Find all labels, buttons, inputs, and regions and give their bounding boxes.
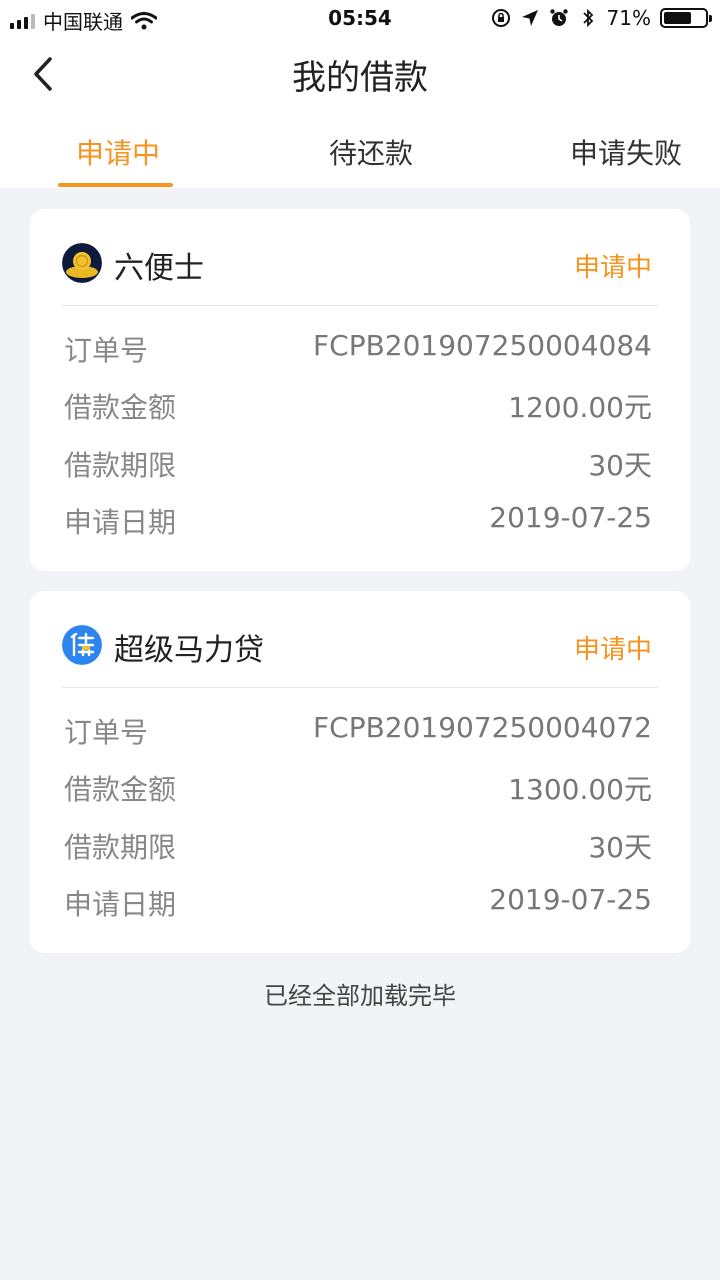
card-header: 超级马力贷 申请中 xyxy=(62,591,652,687)
row-label: 借款金额 xyxy=(64,391,177,424)
page-title: 我的借款 xyxy=(292,58,428,98)
row-label: 借款期限 xyxy=(64,831,177,864)
row-value: 30天 xyxy=(588,449,652,482)
dai-logo-icon xyxy=(62,625,102,665)
bluetooth-icon xyxy=(582,8,593,28)
alarm-icon xyxy=(549,9,568,26)
status-bar: 中国联通 05:54 71% xyxy=(0,0,720,38)
divider xyxy=(62,305,658,306)
battery-icon xyxy=(660,8,712,28)
apply-date-row: 申请日期 2019-07-25 xyxy=(64,883,652,923)
row-value: FCPB201907250004072 xyxy=(313,711,652,744)
tab-application-failed[interactable]: 申请失败 xyxy=(570,132,682,172)
loan-term-row: 借款期限 30天 xyxy=(64,826,652,866)
row-label: 订单号 xyxy=(64,334,149,367)
loan-term-row: 借款期限 30天 xyxy=(64,444,652,484)
row-label: 借款期限 xyxy=(64,449,177,482)
location-icon xyxy=(521,10,538,26)
nav-bar: 我的借款 xyxy=(0,38,720,108)
order-number-row: 订单号 FCPB201907250004084 xyxy=(64,329,652,369)
divider xyxy=(62,687,658,688)
loan-card[interactable]: 六便士 申请中 订单号 FCPB201907250004084 借款金额 120… xyxy=(30,209,690,571)
lender-name: 超级马力贷 xyxy=(114,633,264,668)
apply-date-row: 申请日期 2019-07-25 xyxy=(64,501,652,541)
loan-amount-row: 借款金额 1300.00元 xyxy=(64,768,652,808)
order-number-row: 订单号 FCPB201907250004072 xyxy=(64,711,652,751)
tab-applying[interactable]: 申请中 xyxy=(76,132,160,172)
card-header: 六便士 申请中 xyxy=(62,209,652,305)
all-loaded-message: 已经全部加载完毕 xyxy=(264,982,456,1010)
row-label: 借款金额 xyxy=(64,773,177,806)
row-value: 1200.00元 xyxy=(508,391,652,424)
row-label: 申请日期 xyxy=(64,506,177,539)
row-label: 申请日期 xyxy=(64,888,177,921)
row-value: 2019-07-25 xyxy=(489,883,652,916)
loan-amount-row: 借款金额 1200.00元 xyxy=(64,386,652,426)
row-value: FCPB201907250004084 xyxy=(313,329,652,362)
tab-pending-repayment[interactable]: 待还款 xyxy=(329,132,413,172)
rotation-lock-icon xyxy=(491,9,510,27)
status-badge: 申请中 xyxy=(573,635,652,665)
lender-name: 六便士 xyxy=(114,251,204,286)
row-value: 2019-07-25 xyxy=(489,501,652,534)
tab-bar: 申请中 待还款 申请失败 xyxy=(0,108,720,188)
active-tab-indicator xyxy=(58,183,173,187)
battery-percent: 71% xyxy=(606,6,651,30)
status-right: 71% xyxy=(491,6,712,30)
loan-card[interactable]: 超级马力贷 申请中 订单号 FCPB201907250004072 借款金额 1… xyxy=(30,591,690,953)
coin-icon xyxy=(62,243,102,283)
row-label: 订单号 xyxy=(64,716,149,749)
row-value: 30天 xyxy=(588,831,652,864)
row-value: 1300.00元 xyxy=(508,773,652,806)
status-badge: 申请中 xyxy=(573,253,652,283)
